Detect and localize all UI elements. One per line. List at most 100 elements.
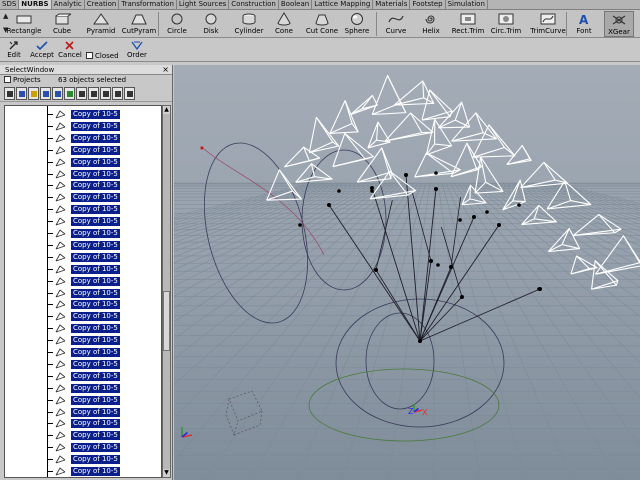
3d-viewport[interactable]: ZX: [174, 65, 640, 480]
tree-scrollbar[interactable]: ▲ ▼: [162, 105, 171, 478]
order-button[interactable]: Order: [124, 40, 150, 59]
tree-row[interactable]: Copy of 10-5: [5, 192, 162, 203]
tree-row[interactable]: Copy of 10-5: [5, 133, 162, 144]
tree-item-label[interactable]: Copy of 10-5: [71, 324, 120, 333]
tree-item-label[interactable]: Copy of 10-5: [71, 396, 120, 405]
tree-row[interactable]: Copy of 10-5: [5, 180, 162, 191]
material-icon[interactable]: [40, 87, 51, 100]
cut-cone-tool-button[interactable]: Cut Cone: [304, 11, 340, 37]
tree-row[interactable]: Copy of 10-5: [5, 109, 162, 120]
tree-row[interactable]: Copy of 10-5: [5, 276, 162, 287]
tree-row[interactable]: Copy of 10-5: [5, 216, 162, 227]
tree-row[interactable]: Copy of 10-5: [5, 288, 162, 299]
frame-icon[interactable]: [112, 87, 123, 100]
tree-item-label[interactable]: Copy of 10-5: [71, 229, 120, 238]
cube-tool-button[interactable]: Cube: [48, 11, 76, 37]
close-icon[interactable]: ×: [162, 65, 169, 75]
tree-item-label[interactable]: Copy of 10-5: [71, 146, 120, 155]
tree-row[interactable]: Copy of 10-5: [5, 311, 162, 322]
render-icon[interactable]: [76, 87, 87, 100]
projects-checkbox[interactable]: [4, 76, 11, 83]
closed-checkbox[interactable]: Closed: [86, 52, 122, 60]
tree-item-label[interactable]: Copy of 10-5: [71, 158, 120, 167]
tree-row[interactable]: Copy of 10-5: [5, 145, 162, 156]
tree-row[interactable]: Copy of 10-5: [5, 418, 162, 429]
cut-pyramid-tool-button[interactable]: CutPyram: [120, 11, 158, 37]
tree-item-label[interactable]: Copy of 10-5: [71, 336, 120, 345]
group-icon[interactable]: [100, 87, 111, 100]
tree-row[interactable]: Copy of 10-5: [5, 442, 162, 453]
tree-row[interactable]: Copy of 10-5: [5, 347, 162, 358]
tab-creation[interactable]: Creation: [85, 0, 120, 9]
camera-icon[interactable]: [16, 87, 27, 100]
tree-row[interactable]: Copy of 10-5: [5, 157, 162, 168]
edit-button[interactable]: Edit: [2, 40, 26, 59]
tree-item-label[interactable]: Copy of 10-5: [71, 265, 120, 274]
tree-row[interactable]: Copy of 10-5: [5, 430, 162, 441]
tree-item-label[interactable]: Copy of 10-5: [71, 241, 120, 250]
save-icon[interactable]: [52, 87, 63, 100]
tree-item-label[interactable]: Copy of 10-5: [71, 300, 120, 309]
tree-item-label[interactable]: Copy of 10-5: [71, 384, 120, 393]
sphere-tool-button[interactable]: Sphere: [342, 11, 372, 37]
pyramid-tool-button[interactable]: Pyramid: [84, 11, 118, 37]
viewport-canvas[interactable]: ZX: [174, 65, 640, 480]
tree-item-label[interactable]: Copy of 10-5: [71, 122, 120, 131]
tree-item-label[interactable]: Copy of 10-5: [71, 360, 120, 369]
select-icon[interactable]: [88, 87, 99, 100]
tree-item-label[interactable]: Copy of 10-5: [71, 277, 120, 286]
tree-item-label[interactable]: Copy of 10-5: [71, 170, 120, 179]
accept-button[interactable]: Accept: [28, 40, 56, 59]
tab-simulation[interactable]: Simulation: [446, 0, 488, 9]
tree-item-label[interactable]: Copy of 10-5: [71, 372, 120, 381]
tree-item-label[interactable]: Copy of 10-5: [71, 110, 120, 119]
tree-row[interactable]: Copy of 10-5: [5, 323, 162, 334]
cylinder-tool-button[interactable]: Cylinder: [232, 11, 266, 37]
tab-light-sources[interactable]: Light Sources: [177, 0, 229, 9]
trim-curve-tool-button[interactable]: TrimCurve: [528, 11, 568, 37]
tab-construction[interactable]: Construction: [229, 0, 279, 9]
tree-row[interactable]: Copy of 10-5: [5, 299, 162, 310]
tree-item-label[interactable]: Copy of 10-5: [71, 181, 120, 190]
object-tree[interactable]: Copy of 10-5 Copy of 10-5 Copy of 10-5 Copy…: [4, 105, 162, 478]
circle-tool-button[interactable]: Circle: [164, 11, 190, 37]
rect-trim-tool-button[interactable]: Rect.Trim: [450, 11, 486, 37]
tag-icon[interactable]: [64, 87, 75, 100]
tree-item-label[interactable]: Copy of 10-5: [71, 205, 120, 214]
circ-trim-tool-button[interactable]: Circ.Trim: [488, 11, 524, 37]
edit-icon[interactable]: [124, 87, 135, 100]
tree-row[interactable]: Copy of 10-5: [5, 228, 162, 239]
light-icon[interactable]: [28, 87, 39, 100]
tree-item-label[interactable]: Copy of 10-5: [71, 289, 120, 298]
tree-row[interactable]: Copy of 10-5: [5, 121, 162, 132]
tree-row[interactable]: Copy of 10-5: [5, 252, 162, 263]
tree-row[interactable]: Copy of 10-5: [5, 383, 162, 394]
rectangle-tool-button[interactable]: Rectangle: [6, 11, 42, 37]
tab-boolean[interactable]: Boolean: [279, 0, 312, 9]
tree-row[interactable]: Copy of 10-5: [5, 395, 162, 406]
tab-footstep[interactable]: Footstep: [410, 0, 445, 9]
cone-tool-button[interactable]: Cone: [270, 11, 298, 37]
tree-row[interactable]: Copy of 10-5: [5, 335, 162, 346]
tree-item-label[interactable]: Copy of 10-5: [71, 419, 120, 428]
scroll-thumb[interactable]: [163, 291, 170, 351]
cancel-button[interactable]: Cancel: [57, 40, 83, 59]
tree-row[interactable]: Copy of 10-5: [5, 359, 162, 370]
tree-item-label[interactable]: Copy of 10-5: [71, 455, 120, 464]
scroll-down-icon[interactable]: ▼: [163, 469, 170, 477]
tab-sds[interactable]: SDS: [0, 0, 19, 9]
tree-item-label[interactable]: Copy of 10-5: [71, 253, 120, 262]
tab-analytic[interactable]: Analytic: [52, 0, 85, 9]
tree-item-label[interactable]: Copy of 10-5: [71, 134, 120, 143]
tree-row[interactable]: Copy of 10-5: [5, 407, 162, 418]
tree-row[interactable]: Copy of 10-5: [5, 169, 162, 180]
tree-item-label[interactable]: Copy of 10-5: [71, 431, 120, 440]
helix-tool-button[interactable]: Helix: [418, 11, 444, 37]
tree-item-label[interactable]: Copy of 10-5: [71, 348, 120, 357]
tab-lattice-mapping[interactable]: Lattice Mapping: [312, 0, 373, 9]
tree-item-label[interactable]: Copy of 10-5: [71, 408, 120, 417]
tree-item-label[interactable]: Copy of 10-5: [71, 193, 120, 202]
tree-row[interactable]: Copy of 10-5: [5, 240, 162, 251]
xgear-tool-button[interactable]: XGear: [604, 11, 634, 37]
tree-row[interactable]: Copy of 10-5: [5, 466, 162, 477]
